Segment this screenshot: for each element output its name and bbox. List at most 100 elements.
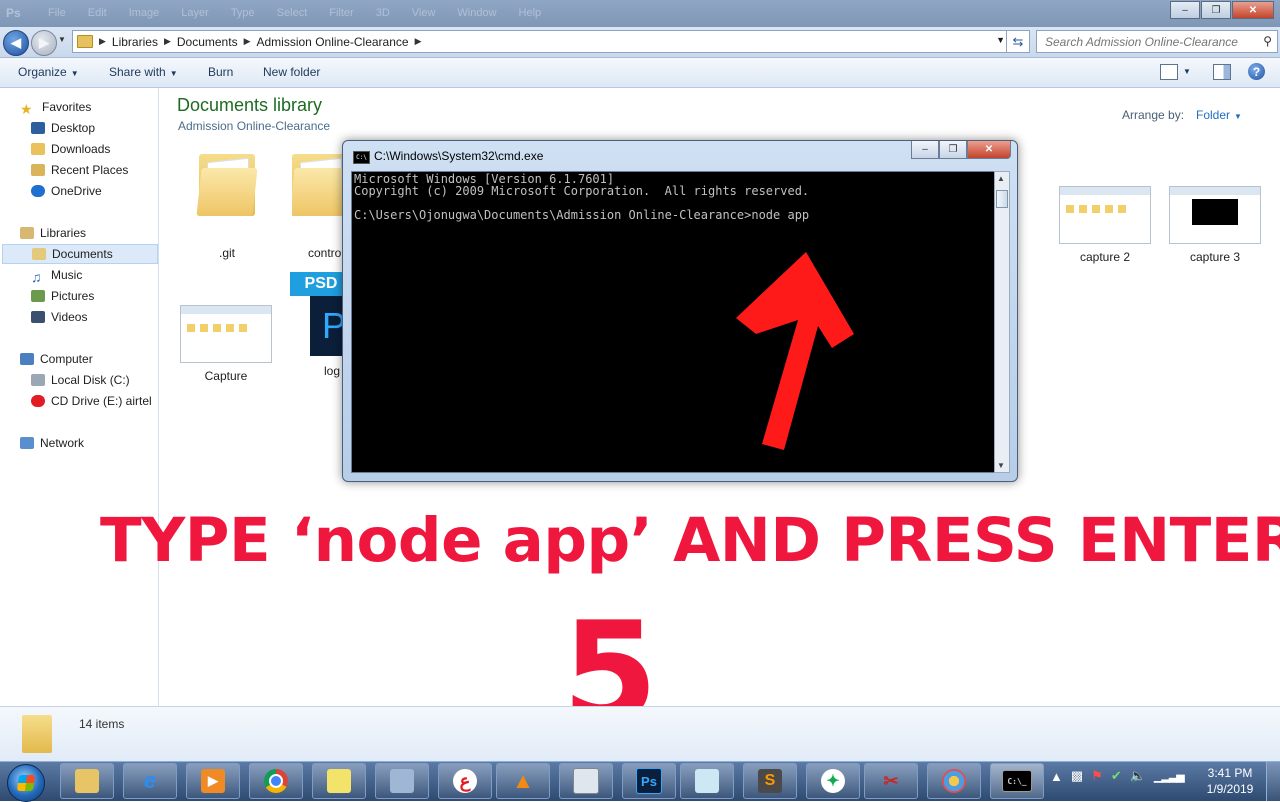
taskbar-paint[interactable] [927, 763, 981, 799]
scrollbar-thumb[interactable] [996, 190, 1008, 208]
nav-desktop[interactable]: Desktop [31, 118, 187, 138]
burn-button[interactable]: Burn [208, 65, 233, 79]
chevron-down-icon: ▼ [70, 69, 79, 78]
taskbar-photoshop[interactable]: Ps [622, 763, 676, 799]
scroll-up-icon[interactable]: ▲ [997, 174, 1005, 183]
console-scrollbar[interactable]: ▲ ▼ [994, 171, 1010, 473]
new-folder-button[interactable]: New folder [263, 65, 320, 79]
volume-icon[interactable]: 🔈 [1130, 768, 1146, 784]
background-menu-item: Image [128, 7, 160, 19]
nav-label: CD Drive (E:) airtel [51, 394, 152, 408]
breadcrumb-libraries[interactable]: Libraries [112, 35, 158, 49]
file-label: capture 2 [1079, 250, 1131, 264]
sublime-icon: S [758, 769, 782, 793]
nav-network[interactable]: Network [20, 433, 176, 453]
breadcrumb-chevron-icon[interactable]: ▶ [244, 36, 251, 47]
vlc-icon: ▲ [512, 768, 534, 793]
nav-music[interactable]: ♫ Music [31, 265, 187, 285]
nav-pictures[interactable]: Pictures [31, 286, 187, 306]
file-item-capture[interactable]: Capture [180, 305, 272, 383]
navigation-pane: ★ Favorites Desktop Downloads Recent Plac… [0, 88, 159, 706]
taskbar-remote-desktop[interactable] [375, 763, 429, 799]
maximize-button[interactable]: ❐ [1201, 1, 1231, 19]
cmd-window-title: C:\Windows\System32\cmd.exe [374, 149, 544, 163]
file-item-capture-2[interactable]: capture 2 [1059, 186, 1151, 264]
cmd-maximize-button[interactable]: ❐ [939, 141, 967, 159]
file-item-git[interactable]: .git [182, 150, 272, 260]
nav-recent-places[interactable]: Recent Places [31, 160, 187, 180]
file-item-capture-3[interactable]: capture 3 [1169, 186, 1261, 264]
breadcrumb-documents[interactable]: Documents [177, 35, 238, 49]
taskbar-vlc[interactable]: ▲ [496, 763, 550, 799]
refresh-icon[interactable]: ⇆ [1006, 31, 1029, 52]
close-button[interactable]: ✕ [1232, 1, 1274, 19]
breadcrumb-chevron-icon[interactable]: ▶ [99, 36, 106, 47]
address-row: ◀ ▶ ▼ ▶ Libraries ▶ Documents ▶ Admissio… [0, 27, 1280, 58]
taskbar-chrome[interactable] [249, 763, 303, 799]
network-signal-icon[interactable]: ▁▂▃▅ [1154, 770, 1185, 783]
file-item-logo[interactable]: PSD P log [290, 272, 342, 378]
recent-pages-dropdown-icon[interactable]: ▼ [58, 35, 66, 44]
taskbar-media-player[interactable]: ▶ [186, 763, 240, 799]
breadcrumb-current-folder[interactable]: Admission Online-Clearance [257, 35, 409, 49]
nav-local-disk[interactable]: Local Disk (C:) [31, 370, 187, 390]
background-menu-item: View [411, 7, 436, 19]
breadcrumb-chevron-icon[interactable]: ▶ [164, 36, 171, 47]
taskbar-sticky-notes[interactable] [312, 763, 366, 799]
share-with-label: Share with [109, 65, 166, 79]
address-bar[interactable]: ▶ Libraries ▶ Documents ▶ Admission Onli… [72, 30, 1030, 53]
help-icon[interactable]: ? [1248, 63, 1265, 80]
nav-videos[interactable]: Videos [31, 307, 187, 327]
nav-cd-drive[interactable]: CD Drive (E:) airtel [31, 391, 187, 411]
taskbar-explorer[interactable] [60, 763, 114, 799]
nav-libraries[interactable]: Libraries [20, 223, 176, 243]
taskbar-sublime[interactable]: S [743, 763, 797, 799]
back-button[interactable]: ◀ [3, 30, 29, 56]
preview-pane-icon[interactable] [1213, 64, 1231, 80]
file-item-controllers[interactable]: contro [292, 150, 342, 260]
taskbar-airtel[interactable]: ع [438, 763, 492, 799]
share-with-button[interactable]: Share with ▼ [109, 65, 178, 79]
address-dropdown-icon[interactable]: ▼ [996, 35, 1005, 45]
action-center-icon[interactable]: ⚑ [1091, 768, 1103, 784]
scroll-down-icon[interactable]: ▼ [997, 461, 1005, 470]
console-output[interactable]: Microsoft Windows [Version 6.1.7601] Cop… [351, 171, 995, 473]
background-menu-item: Edit [87, 7, 107, 19]
cmd-minimize-button[interactable]: – [911, 141, 939, 159]
system-clock[interactable]: 3:41 PM 1/9/2019 [1200, 765, 1260, 797]
cmd-close-button[interactable]: ✕ [967, 141, 1011, 159]
view-options-chevron-icon[interactable]: ▼ [1183, 67, 1191, 76]
nav-onedrive[interactable]: OneDrive [31, 181, 187, 201]
search-input[interactable] [1043, 33, 1257, 50]
show-hidden-icons-icon[interactable]: ▲ [1050, 769, 1063, 784]
cmd-window[interactable]: C:\ C:\Windows\System32\cmd.exe – ❐ ✕ Mi… [342, 140, 1018, 482]
taskbar-cmd[interactable]: C:\_ [990, 763, 1044, 799]
nav-downloads[interactable]: Downloads [31, 139, 187, 159]
taskbar-snipping-tool[interactable]: ✂ [864, 763, 918, 799]
nav-favorites[interactable]: ★ Favorites [20, 97, 176, 117]
organize-button[interactable]: Organize ▼ [18, 65, 79, 79]
security-icon[interactable]: ✔ [1111, 768, 1122, 784]
window-controls: – ❐ ✕ [1169, 1, 1274, 19]
library-subtitle[interactable]: Admission Online-Clearance [178, 119, 330, 133]
computer-icon [20, 353, 34, 365]
taskbar-notepad[interactable] [680, 763, 734, 799]
nav-computer[interactable]: Computer [20, 349, 176, 369]
start-button[interactable] [7, 764, 45, 802]
change-view-icon[interactable] [1160, 64, 1178, 80]
taskbar-calculator[interactable] [559, 763, 613, 799]
forward-button[interactable]: ▶ [31, 30, 57, 56]
show-desktop-button[interactable] [1266, 762, 1280, 801]
nav-documents[interactable]: Documents [2, 244, 158, 264]
search-box[interactable]: ⚲ [1036, 30, 1278, 53]
arrange-by-dropdown[interactable]: Folder ▼ [1196, 108, 1242, 122]
taskbar-mongodb[interactable]: ✦ [806, 763, 860, 799]
device-icon[interactable]: ▩ [1071, 768, 1083, 784]
arrange-by-label: Arrange by: [1122, 108, 1185, 122]
minimize-button[interactable]: – [1170, 1, 1200, 19]
taskbar-ie[interactable]: e [123, 763, 177, 799]
system-tray: ▲ ▩ ⚑ ✔ 🔈 ▁▂▃▅ [1050, 768, 1185, 784]
clock-date: 1/9/2019 [1206, 782, 1254, 796]
search-icon[interactable]: ⚲ [1263, 34, 1272, 48]
breadcrumb-chevron-icon[interactable]: ▶ [415, 36, 422, 47]
